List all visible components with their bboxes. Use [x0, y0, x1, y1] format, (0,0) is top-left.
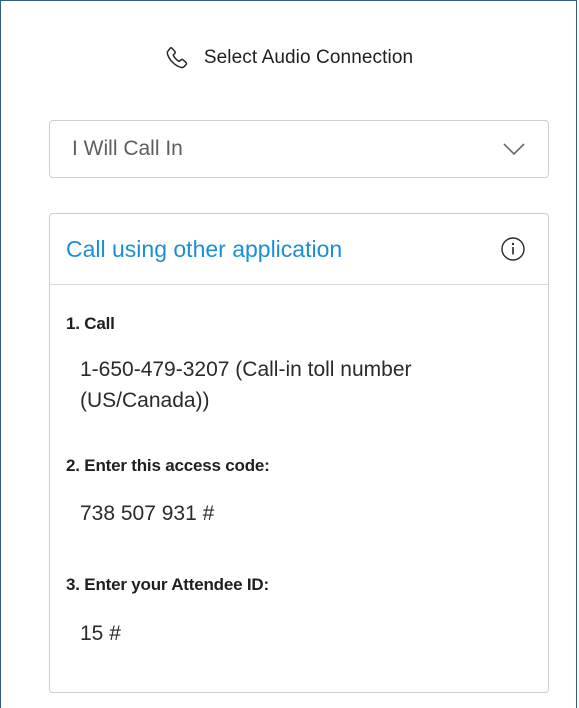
dropdown-selected-value: I Will Call In: [72, 137, 183, 160]
step-2-label: 2. Enter this access code:: [66, 456, 270, 475]
step-1-label: 1. Call: [66, 314, 115, 333]
call-using-other-application-link[interactable]: Call using other application: [66, 236, 342, 263]
step-3-label: 3. Enter your Attendee ID:: [66, 575, 269, 594]
panel-title: Select Audio Connection: [203, 47, 414, 68]
call-in-instructions-card: Call using other application 1. Call 1-6…: [49, 213, 549, 693]
audio-connection-dropdown[interactable]: I Will Call In: [49, 120, 549, 178]
step-3-value: 15 #: [80, 622, 121, 645]
info-icon[interactable]: [500, 236, 526, 262]
step-1-value: 1-650-479-3207 (Call-in toll number (US/…: [80, 358, 412, 412]
step-2-value: 738 507 931 #: [80, 502, 215, 525]
chevron-down-icon: [502, 141, 526, 157]
panel-header: Select Audio Connection: [1, 45, 576, 71]
phone-icon: [164, 45, 190, 71]
audio-connection-panel: Select Audio Connection I Will Call In C…: [0, 0, 577, 708]
card-header: Call using other application: [50, 214, 548, 285]
